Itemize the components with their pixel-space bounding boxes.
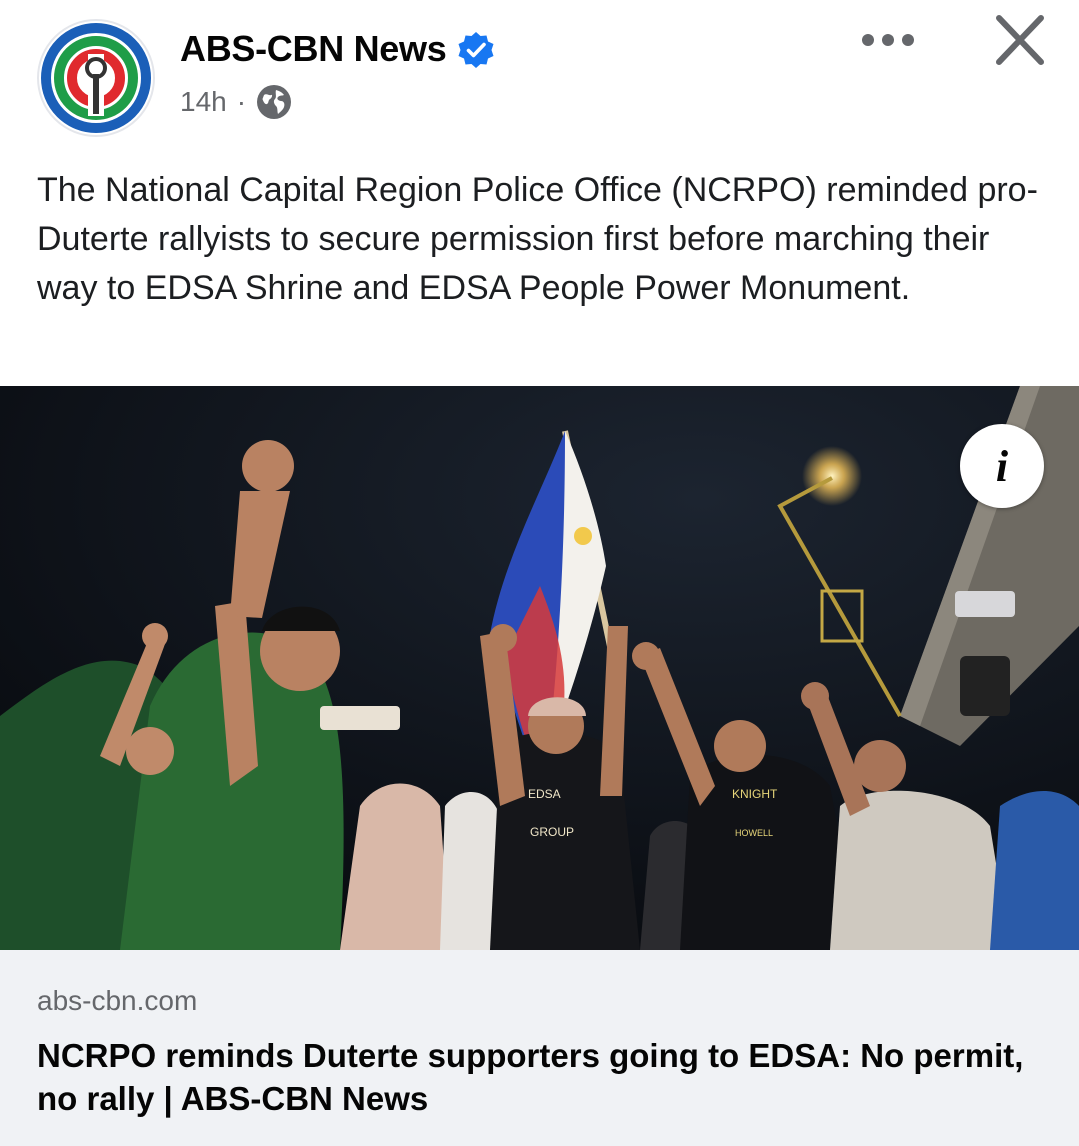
abs-cbn-logo xyxy=(37,19,155,137)
post-header: ABS-CBN News 14h · xyxy=(0,0,1079,150)
more-options-icon[interactable] xyxy=(850,20,930,60)
post-time[interactable]: 14h xyxy=(180,86,227,118)
page-avatar[interactable] xyxy=(36,18,156,138)
shirt-text-howell: HOWELL xyxy=(735,828,773,838)
shirt-text-edsa: EDSA xyxy=(528,787,561,801)
post-text: The National Capital Region Police Offic… xyxy=(37,171,1038,307)
page-name[interactable]: ABS-CBN News xyxy=(180,28,447,70)
shirt-text-knight: KNIGHT xyxy=(732,787,778,801)
globe-icon[interactable] xyxy=(256,84,292,120)
meta-separator: · xyxy=(236,86,247,117)
verified-badge-icon xyxy=(458,32,494,68)
info-button[interactable]: i xyxy=(960,424,1044,508)
link-preview-photo[interactable]: EDSA GROUP KNIGHT HOWELL xyxy=(0,386,1079,950)
post-meta: 14h · xyxy=(180,84,292,120)
rally-photo-illustration: EDSA GROUP KNIGHT HOWELL xyxy=(0,386,1079,950)
link-title[interactable]: NCRPO reminds Duterte supporters going t… xyxy=(37,1034,1047,1120)
close-icon[interactable] xyxy=(985,12,1055,72)
link-domain: abs-cbn.com xyxy=(37,985,198,1016)
info-icon: i xyxy=(995,441,1009,491)
shirt-text-group: GROUP xyxy=(530,825,574,839)
